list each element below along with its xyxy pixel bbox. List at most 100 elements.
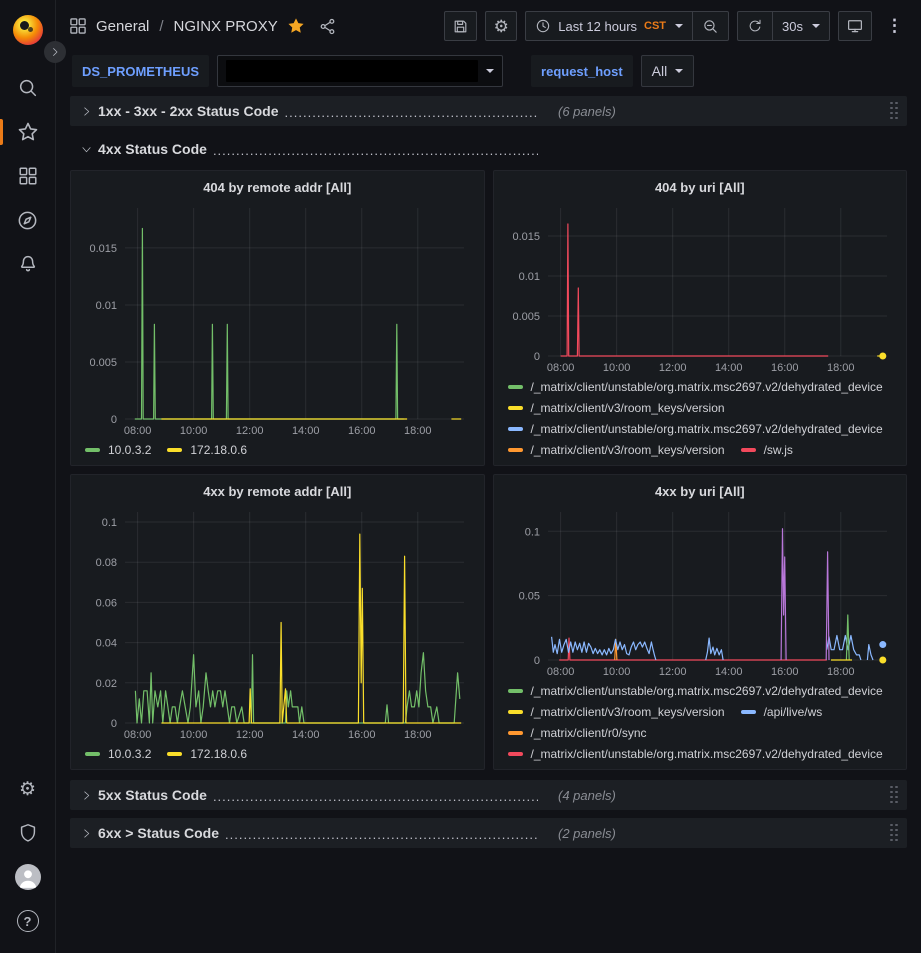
timeseries-chart[interactable]: 00.0050.010.01508:0010:0012:0014:0016:00…	[504, 200, 897, 375]
breadcrumb-section[interactable]: General	[96, 18, 149, 35]
kebab-menu-button[interactable]: ⋮	[880, 16, 909, 36]
bell-icon	[17, 253, 39, 275]
dashboards-grid-icon	[17, 165, 39, 187]
svg-text:0.015: 0.015	[512, 231, 540, 243]
row-title: 1xx - 3xx - 2xx Status Code	[98, 103, 279, 119]
sidebar-item-explore[interactable]	[0, 198, 56, 242]
sidebar-item-profile[interactable]	[0, 855, 56, 899]
legend-label: /_matrix/client/r0/sync	[531, 724, 647, 742]
sidebar-expand-toggle[interactable]	[44, 41, 66, 63]
monitor-icon	[846, 17, 864, 35]
svg-text:0.01: 0.01	[96, 300, 117, 312]
svg-text:16:00: 16:00	[770, 362, 798, 374]
timeseries-chart[interactable]: 00.020.040.060.080.108:0010:0012:0014:00…	[81, 504, 474, 742]
favorite-star-button[interactable]	[286, 16, 306, 36]
chevron-right-icon	[78, 787, 94, 803]
svg-text:12:00: 12:00	[236, 425, 264, 437]
row-drag-handle[interactable]	[890, 786, 899, 805]
svg-text:10:00: 10:00	[602, 666, 630, 678]
dashboard-settings-button[interactable]: ⚙	[485, 11, 517, 41]
panel-4xx-by-uri: 4xx by uri [All] 00.050.108:0010:0012:00…	[493, 474, 908, 770]
panel-title[interactable]: 4xx by uri [All]	[504, 480, 897, 504]
timeseries-chart[interactable]: 00.050.108:0010:0012:0014:0016:0018:00	[504, 504, 897, 679]
row-dots-leader: ........................................…	[225, 827, 538, 842]
legend-item[interactable]: /_matrix/client/r0/sync	[508, 724, 647, 742]
legend-item[interactable]: /_matrix/client/unstable/org.matrix.msc2…	[508, 378, 883, 396]
panel-title[interactable]: 4xx by remote addr [All]	[81, 480, 474, 504]
chart-legend: /_matrix/client/unstable/org.matrix.msc2…	[504, 679, 897, 763]
dashboard-scroll-area[interactable]: 1xx - 3xx - 2xx Status Code ............…	[56, 90, 921, 953]
row-panel-count: (6 panels)	[558, 104, 616, 119]
legend-swatch	[741, 710, 756, 714]
row-title: 5xx Status Code	[98, 787, 207, 803]
active-section-indicator	[0, 119, 3, 145]
sidebar-item-starred[interactable]	[0, 110, 56, 154]
legend-item[interactable]: /api/live/ws	[741, 703, 823, 721]
share-button[interactable]	[318, 17, 337, 36]
legend-item[interactable]: /sw.js	[741, 441, 793, 459]
request-host-select[interactable]: All	[641, 55, 695, 87]
refresh-interval-label: 30s	[782, 19, 803, 34]
chevron-down-icon	[812, 24, 820, 28]
svg-text:0: 0	[111, 414, 117, 426]
svg-text:08:00: 08:00	[546, 362, 574, 374]
zoom-out-icon	[702, 18, 719, 35]
sidebar-item-dashboards[interactable]	[0, 154, 56, 198]
legend-item[interactable]: 172.18.0.6	[167, 441, 247, 459]
legend-swatch	[85, 752, 100, 756]
cycle-view-button[interactable]	[838, 11, 872, 41]
panel-title[interactable]: 404 by remote addr [All]	[81, 176, 474, 200]
legend-item[interactable]: /_matrix/client/unstable/org.matrix.msc2…	[508, 420, 883, 438]
person-icon	[15, 864, 41, 890]
refresh-group: 30s	[737, 11, 830, 41]
sidebar-item-help[interactable]: ?	[0, 899, 56, 943]
svg-text:12:00: 12:00	[658, 362, 686, 374]
legend-item[interactable]: /_matrix/client/v3/room_keys/version	[508, 399, 725, 417]
refresh-button[interactable]	[738, 12, 772, 40]
legend-item[interactable]: 172.18.0.6	[167, 745, 247, 763]
row-drag-handle[interactable]	[890, 102, 899, 121]
dashboards-grid-icon	[68, 16, 88, 36]
sidebar-item-server-admin[interactable]	[0, 811, 56, 855]
svg-text:0: 0	[533, 351, 539, 363]
row-header-1xx-3xx-2xx[interactable]: 1xx - 3xx - 2xx Status Code ............…	[70, 96, 907, 126]
legend-item[interactable]: /_matrix/client/unstable/org.matrix.msc2…	[508, 682, 883, 700]
shield-icon	[17, 822, 39, 844]
datasource-variable-label[interactable]: DS_PROMETHEUS	[72, 55, 209, 87]
legend-item[interactable]: /_matrix/client/v3/room_keys/version	[508, 441, 725, 459]
svg-text:0: 0	[111, 718, 117, 730]
legend-label: /api/live/ws	[764, 703, 823, 721]
row-drag-handle[interactable]	[890, 824, 899, 843]
sidebar-item-alerting[interactable]	[0, 242, 56, 286]
refresh-interval-dropdown[interactable]: 30s	[772, 12, 829, 40]
legend-item[interactable]: /_matrix/client/unstable/org.matrix.msc2…	[508, 745, 883, 763]
datasource-select[interactable]	[217, 55, 503, 87]
zoom-out-time-button[interactable]	[692, 12, 728, 40]
svg-text:0.015: 0.015	[89, 243, 117, 255]
svg-text:0.06: 0.06	[96, 597, 117, 609]
timeseries-chart[interactable]: 00.0050.010.01508:0010:0012:0014:0016:00…	[81, 200, 474, 438]
sidebar-item-search[interactable]	[0, 66, 56, 110]
legend-item[interactable]: /_matrix/client/v3/room_keys/version	[508, 703, 725, 721]
sidebar-item-configuration[interactable]: ⚙	[0, 767, 56, 811]
row-header-5xx[interactable]: 5xx Status Code ........................…	[70, 780, 907, 810]
svg-text:14:00: 14:00	[714, 666, 742, 678]
row-dots-leader: ........................................…	[285, 105, 538, 120]
svg-text:16:00: 16:00	[348, 425, 376, 437]
legend-item[interactable]: 10.0.3.2	[85, 745, 151, 763]
legend-label: 10.0.3.2	[108, 745, 151, 763]
svg-text:08:00: 08:00	[124, 729, 152, 741]
save-icon	[452, 18, 469, 35]
time-picker-button[interactable]: Last 12 hours CST	[526, 12, 692, 40]
datasource-value-redacted	[226, 60, 478, 82]
svg-text:18:00: 18:00	[827, 362, 855, 374]
save-dashboard-button[interactable]	[444, 11, 477, 41]
request-host-variable-label: request_host	[531, 55, 633, 87]
legend-swatch	[508, 448, 523, 452]
legend-swatch	[167, 752, 182, 756]
row-header-6xx[interactable]: 6xx > Status Code ......................…	[70, 818, 907, 848]
legend-swatch	[508, 752, 523, 756]
legend-item[interactable]: 10.0.3.2	[85, 441, 151, 459]
row-header-4xx[interactable]: 4xx Status Code ........................…	[70, 134, 907, 164]
panel-title[interactable]: 404 by uri [All]	[504, 176, 897, 200]
